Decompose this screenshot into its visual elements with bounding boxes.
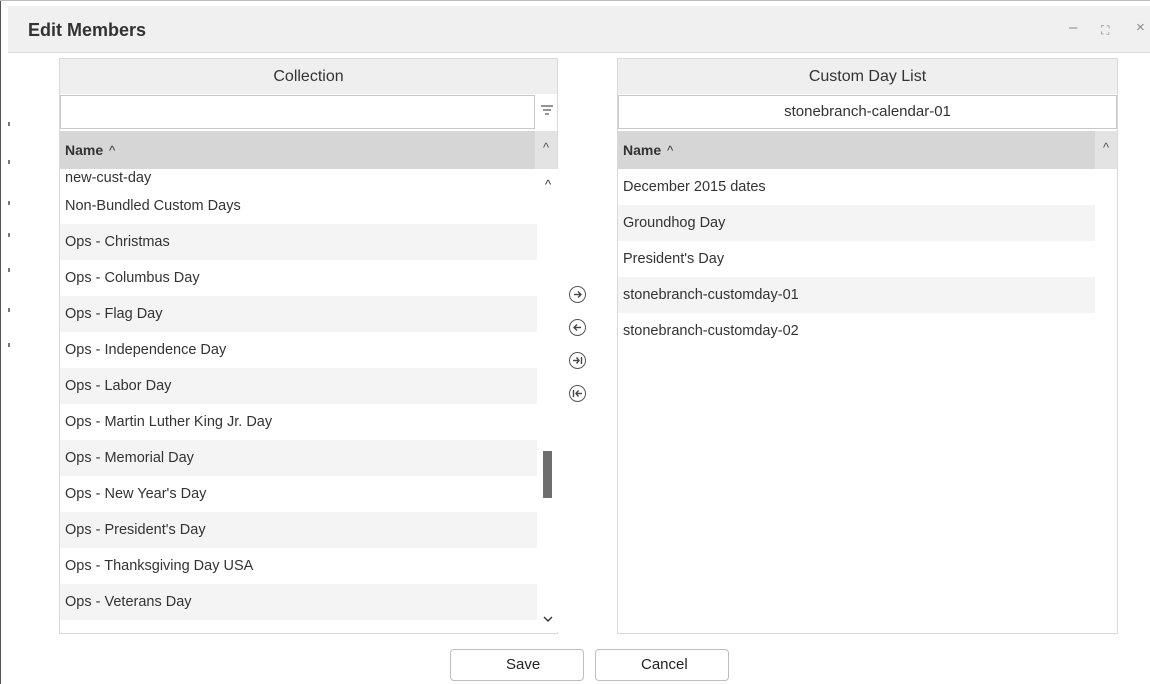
dialog-titlebar: Edit Members – ⛶ × — [8, 6, 1150, 53]
move-all-right-icon[interactable] — [569, 352, 586, 369]
list-item[interactable]: new-cust-day — [60, 169, 537, 188]
save-button[interactable]: Save — [450, 649, 584, 681]
margin-tick — [8, 122, 10, 126]
collection-filter-input[interactable] — [60, 95, 535, 129]
scrollbar-thumb[interactable] — [543, 451, 552, 498]
move-all-left-icon[interactable] — [569, 385, 586, 402]
collection-list: new-cust-day Non-Bundled Custom Days Ops… — [60, 169, 537, 620]
custom-day-list-header: Custom Day List — [618, 59, 1117, 94]
custom-day-name-column-header[interactable]: Name ^ — [618, 131, 1095, 169]
arrow-left-icon[interactable] — [569, 319, 586, 336]
list-item[interactable]: Ops - New Year's Day — [60, 476, 537, 512]
cancel-button[interactable]: Cancel — [595, 649, 729, 681]
custom-day-list-panel: Custom Day List stonebranch-calendar-01 … — [617, 58, 1118, 634]
list-item[interactable]: President's Day — [618, 241, 1095, 277]
list-item[interactable]: Ops - Thanksgiving Day USA — [60, 548, 537, 584]
list-item[interactable]: Ops - Flag Day — [60, 296, 537, 332]
sort-asc-icon: ^ — [109, 143, 116, 158]
list-item[interactable]: Non-Bundled Custom Days — [60, 188, 537, 224]
minimize-icon[interactable]: – — [1069, 19, 1077, 37]
arrow-right-icon[interactable] — [569, 286, 586, 303]
close-icon[interactable]: × — [1136, 19, 1145, 37]
collection-name-column-header[interactable]: Name ^ — [60, 131, 535, 169]
list-item[interactable]: Ops - Columbus Day — [60, 260, 537, 296]
scroll-up-icon[interactable]: ^ — [537, 177, 559, 192]
margin-tick — [8, 233, 10, 237]
list-item[interactable]: Ops - President's Day — [60, 512, 537, 548]
top-frame-border — [0, 0, 1150, 1]
dialog-title: Edit Members — [28, 20, 147, 40]
list-item[interactable]: Groundhog Day — [618, 205, 1095, 241]
list-item[interactable]: stonebranch-customday-01 — [618, 277, 1095, 313]
column-name-label: Name — [623, 142, 662, 158]
left-frame-border — [0, 0, 1, 684]
filter-icon[interactable] — [540, 103, 554, 119]
margin-tick — [8, 343, 10, 347]
list-item[interactable]: Ops - Christmas — [60, 224, 537, 260]
list-item[interactable]: December 2015 dates — [618, 169, 1095, 205]
collection-panel: Collection Name ^ ^ new-cust-day Non-Bund… — [59, 58, 559, 634]
list-item[interactable]: Ops - Memorial Day — [60, 440, 537, 476]
sort-asc-icon: ^ — [667, 143, 674, 158]
list-item[interactable]: Ops - Independence Day — [60, 332, 537, 368]
list-item[interactable]: Ops - Labor Day — [60, 368, 537, 404]
list-item[interactable]: stonebranch-customday-02 — [618, 313, 1095, 349]
collection-header: Collection — [60, 59, 557, 94]
custom-day-list: December 2015 dates Groundhog Day Presid… — [618, 169, 1095, 349]
list-item[interactable]: Ops - Martin Luther King Jr. Day — [60, 404, 537, 440]
scroll-header-caret-icon: ^ — [1095, 131, 1117, 169]
maximize-icon[interactable]: ⛶ — [1101, 21, 1109, 39]
column-name-label: Name — [65, 142, 104, 158]
list-item[interactable]: Ops - Veterans Day — [60, 584, 537, 620]
collection-scrollbar[interactable] — [537, 169, 559, 632]
margin-tick — [8, 201, 10, 205]
calendar-name-field: stonebranch-calendar-01 — [618, 95, 1117, 129]
scroll-header-caret-icon: ^ — [535, 131, 557, 169]
margin-tick — [8, 160, 10, 164]
margin-tick — [8, 268, 10, 272]
margin-tick — [8, 308, 10, 312]
scroll-down-icon[interactable] — [537, 611, 559, 626]
